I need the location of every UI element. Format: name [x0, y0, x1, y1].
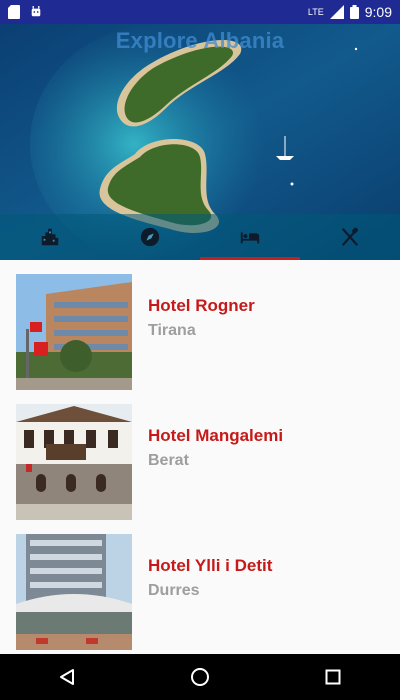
hotel-list: Hotel Rogner Tirana Hotel Mangalemi Bera…	[0, 260, 400, 654]
hotel-city: Berat	[148, 452, 189, 469]
hotel-info: Hotel Mangalemi Berat	[148, 426, 283, 470]
hotel-name: Hotel Rogner	[148, 296, 255, 315]
tab-city[interactable]	[0, 214, 100, 260]
clock: 9:09	[364, 4, 392, 20]
home-button[interactable]	[180, 657, 220, 697]
hotel-photo	[16, 534, 132, 650]
sd-card-icon	[8, 5, 20, 19]
hotel-name: Hotel Ylli i Detit	[148, 556, 273, 575]
compass-icon	[140, 227, 160, 247]
home-circle-icon	[190, 668, 209, 686]
tab-hotels[interactable]	[200, 214, 300, 260]
hotel-info: Hotel Ylli i Detit Durres	[148, 556, 272, 600]
hotel-info: Hotel Rogner Tirana	[148, 296, 255, 340]
status-right: LTE 9:09	[308, 4, 392, 20]
category-tabs	[0, 214, 400, 260]
status-left-icons	[8, 5, 42, 19]
hotel-city: Tirana	[148, 322, 196, 339]
system-navigation-bar	[0, 654, 400, 700]
hotel-name: Hotel Mangalemi	[148, 426, 284, 445]
back-button[interactable]	[47, 657, 87, 697]
battery-icon	[349, 5, 359, 19]
network-type: LTE	[307, 7, 324, 17]
page-title: Explore Albania	[115, 28, 285, 53]
hotel-bed-icon	[240, 232, 260, 244]
back-triangle-icon	[59, 669, 74, 685]
hotel-photo	[16, 404, 132, 520]
recents-square-icon	[325, 669, 341, 685]
android-icon	[31, 6, 41, 17]
recents-button[interactable]	[313, 657, 353, 697]
list-item[interactable]: Hotel Ylli i Detit Durres	[0, 520, 400, 650]
hotel-city: Durres	[148, 582, 200, 599]
signal-icon	[329, 5, 344, 19]
tab-explore[interactable]	[100, 214, 200, 260]
list-item[interactable]: Hotel Mangalemi Berat	[0, 390, 400, 520]
status-bar: LTE 9:09	[0, 0, 400, 24]
city-icon	[41, 228, 59, 246]
hotel-photo	[16, 274, 132, 390]
tab-restaurants[interactable]	[300, 214, 400, 260]
restaurant-icon	[341, 227, 359, 246]
list-item[interactable]: Hotel Rogner Tirana	[0, 260, 400, 390]
